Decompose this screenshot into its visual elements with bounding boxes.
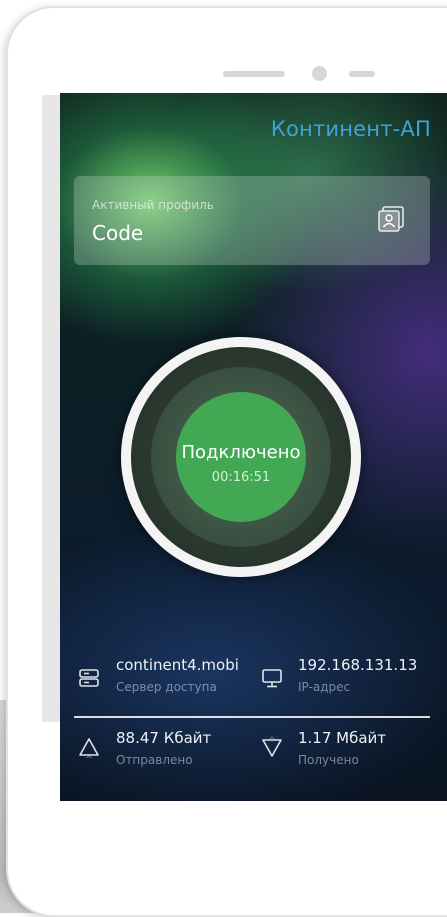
ip-value: 192.168.131.13 — [298, 656, 418, 674]
received-value: 1.17 Мбайт — [298, 729, 387, 747]
server-value: continent4.mobi — [116, 656, 239, 674]
profiles-icon[interactable] — [376, 204, 406, 234]
stats-divider — [74, 716, 430, 718]
app-title: Континент-АП — [270, 117, 431, 141]
monitor-icon — [262, 669, 282, 688]
server-label: Сервер доступа — [116, 680, 217, 694]
server-stat: continent4.mobi Сервер доступа — [116, 656, 239, 694]
ip-label: IP-адрес — [298, 680, 351, 694]
front-camera — [312, 66, 327, 81]
app-screen: Континент-АП Активный профиль Code Подкл… — [60, 93, 447, 801]
sent-stat: 88.47 Кбайт Отправлено — [116, 729, 211, 767]
profile-name: Code — [92, 221, 144, 245]
connection-timer: 00:16:51 — [211, 470, 271, 485]
download-triangle-icon — [262, 736, 282, 757]
sent-value: 88.47 Кбайт — [116, 729, 212, 747]
ip-stat: 192.168.131.13 IP-адрес — [298, 656, 417, 694]
profile-label: Активный профиль — [92, 198, 214, 212]
received-label: Получено — [298, 753, 359, 767]
speaker-grille — [223, 71, 285, 77]
sent-label: Отправлено — [116, 753, 193, 767]
proximity-sensor — [349, 71, 375, 77]
upload-triangle-icon — [79, 738, 99, 758]
server-icon — [79, 669, 99, 687]
connection-toggle-button[interactable]: Подключено 00:16:51 — [176, 392, 306, 522]
received-stat: 1.17 Мбайт Получено — [298, 729, 386, 767]
connection-status: Подключено — [181, 442, 301, 463]
screen-bezel — [42, 95, 60, 722]
active-profile-card[interactable]: Активный профиль Code — [74, 176, 430, 265]
